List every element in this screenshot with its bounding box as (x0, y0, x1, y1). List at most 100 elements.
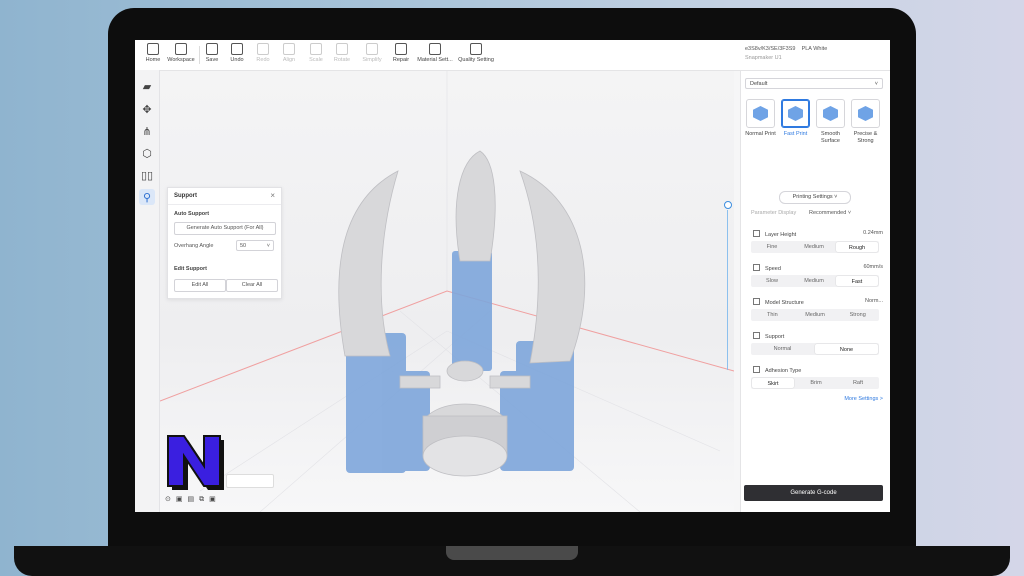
rotate-button[interactable]: Rotate (331, 43, 353, 69)
model-structure-strong[interactable]: Strong (836, 309, 879, 321)
speed-value: 60mm/s (863, 264, 883, 270)
parameter-display-label: Parameter Display (751, 210, 797, 216)
home-icon (147, 43, 159, 55)
layer-height-icon (753, 230, 760, 237)
speed-segment: Slow Medium Fast (751, 275, 879, 287)
top-toolbar: Home Workspace Save Undo Redo Align Scal… (135, 40, 890, 71)
layer-slider-handle[interactable] (724, 201, 732, 209)
simplify-button[interactable]: Simplify (359, 43, 385, 69)
layer-height-segment: Fine Medium Rough (751, 241, 879, 253)
support-panel: Support × Auto Support Generate Auto Sup… (167, 187, 282, 299)
edit-all-button[interactable]: Edit All (174, 279, 226, 292)
precise-strong-icon (858, 106, 873, 121)
adhesion-icon (753, 366, 760, 373)
undo-button[interactable]: Undo (227, 43, 247, 69)
overhang-angle-label: Overhang Angle (174, 243, 214, 249)
speed-medium[interactable]: Medium (793, 275, 835, 287)
model-structure-segment: Thin Medium Strong (751, 309, 879, 321)
layer-height-label: Layer Height (753, 230, 796, 238)
model-structure-value: Norm... (864, 298, 883, 304)
home-button[interactable]: Home (143, 43, 163, 69)
adhesion-raft[interactable]: Raft (837, 377, 879, 389)
channel-logo (167, 435, 224, 490)
rotate-tool-icon[interactable]: ⬡ (139, 145, 155, 161)
support-none[interactable]: None (815, 344, 878, 354)
layer-height-medium[interactable]: Medium (793, 241, 835, 253)
edit-support-heading: Edit Support (174, 266, 207, 272)
model-structure-medium[interactable]: Medium (794, 309, 837, 321)
generate-auto-support-button[interactable]: Generate Auto Support (For All) (174, 222, 276, 235)
redo-button[interactable]: Redo (253, 43, 273, 69)
model-structure-thin[interactable]: Thin (751, 309, 794, 321)
app-screen: Home Workspace Save Undo Redo Align Scal… (135, 40, 890, 512)
material-label: PLA White (801, 46, 828, 52)
support-panel-title: Support (174, 193, 197, 199)
smooth-surface-icon (823, 106, 838, 121)
adhesion-segment: Skirt Brim Raft (751, 377, 879, 389)
redo-icon (257, 43, 269, 55)
undo-icon (231, 43, 243, 55)
speed-label: Speed (753, 264, 781, 272)
adhesion-type-label: Adhesion Type (753, 366, 801, 374)
printer-info[interactable]: e3S8v/K3/SE/3F3S9 PLA White Snapmaker U1 (745, 45, 827, 63)
quality-icon (470, 43, 482, 55)
adhesion-skirt[interactable]: Skirt (752, 378, 794, 388)
view-controls[interactable]: ⊙▣▤⧉▣ (165, 495, 221, 504)
repair-button[interactable]: Repair (391, 43, 411, 69)
align-button[interactable]: Align (279, 43, 299, 69)
save-icon (206, 43, 218, 55)
quality-setting-button[interactable]: Quality Setting (457, 43, 495, 69)
scale-tool-icon[interactable]: ⋔ (139, 123, 155, 139)
parameter-display-select[interactable]: Recommended ˅ (809, 210, 851, 216)
panel-divider (168, 204, 281, 205)
close-icon[interactable]: × (270, 191, 275, 200)
support-tool-icon[interactable]: ⚲ (139, 189, 155, 205)
speed-fast[interactable]: Fast (836, 276, 878, 286)
tool-rail: ▰ ✥ ⋔ ⬡ ▯▯ ⚲ (135, 70, 160, 512)
support-icon (753, 332, 760, 339)
clear-all-button[interactable]: Clear All (226, 279, 278, 292)
normal-print-icon (753, 106, 768, 121)
workspace-button[interactable]: Workspace (165, 43, 197, 69)
overhang-angle-input[interactable]: 50 ˅ (236, 240, 274, 251)
model-structure-icon (753, 298, 760, 305)
speed-slow[interactable]: Slow (751, 275, 793, 287)
layer-height-fine[interactable]: Fine (751, 241, 793, 253)
auto-support-heading: Auto Support (174, 211, 210, 217)
preset-normal-print[interactable]: Normal Print (744, 99, 777, 138)
profile-select[interactable]: Default ˅ (745, 78, 883, 89)
preset-precise-strong[interactable]: Precise & Strong (849, 99, 882, 144)
support-label: Support (753, 332, 784, 340)
layer-slider-track[interactable] (727, 210, 728, 370)
save-button[interactable]: Save (203, 43, 221, 69)
workspace-icon (175, 43, 187, 55)
more-settings-link[interactable]: More Settings > (844, 396, 883, 402)
preset-fast-print[interactable]: Fast Print (779, 99, 812, 138)
rotate-icon (336, 43, 348, 55)
scale-button[interactable]: Scale (306, 43, 326, 69)
chevron-down-icon: ˅ (874, 81, 878, 87)
model-structure-label: Model Structure (753, 298, 804, 306)
material-icon (429, 43, 441, 55)
printer-model: Snapmaker U1 (745, 55, 782, 61)
print-settings-panel: Default ˅ Normal Print Fast Print Smooth … (740, 71, 890, 512)
preset-smooth-surface[interactable]: Smooth Surface (814, 99, 847, 144)
mirror-icon[interactable]: ▯▯ (139, 167, 155, 183)
printing-settings-button[interactable]: Printing Settings ˅ (779, 191, 851, 204)
material-settings-button[interactable]: Material Sett... (415, 43, 455, 69)
speed-icon (753, 264, 760, 271)
layer-height-value: 0.24mm (863, 230, 883, 236)
view-search-box[interactable] (226, 474, 274, 488)
support-normal[interactable]: Normal (751, 343, 814, 355)
simplify-icon (366, 43, 378, 55)
open-folder-icon[interactable]: ▰ (139, 78, 155, 94)
scale-icon (310, 43, 322, 55)
fast-print-icon (788, 106, 803, 121)
toolbar-divider (199, 46, 200, 64)
adhesion-brim[interactable]: Brim (795, 377, 837, 389)
chevron-down-icon: ˅ (266, 243, 270, 249)
build-volume-edge (160, 290, 734, 402)
move-icon[interactable]: ✥ (139, 101, 155, 117)
layer-height-rough[interactable]: Rough (836, 242, 878, 252)
generate-gcode-button[interactable]: Generate G-code (744, 485, 883, 501)
